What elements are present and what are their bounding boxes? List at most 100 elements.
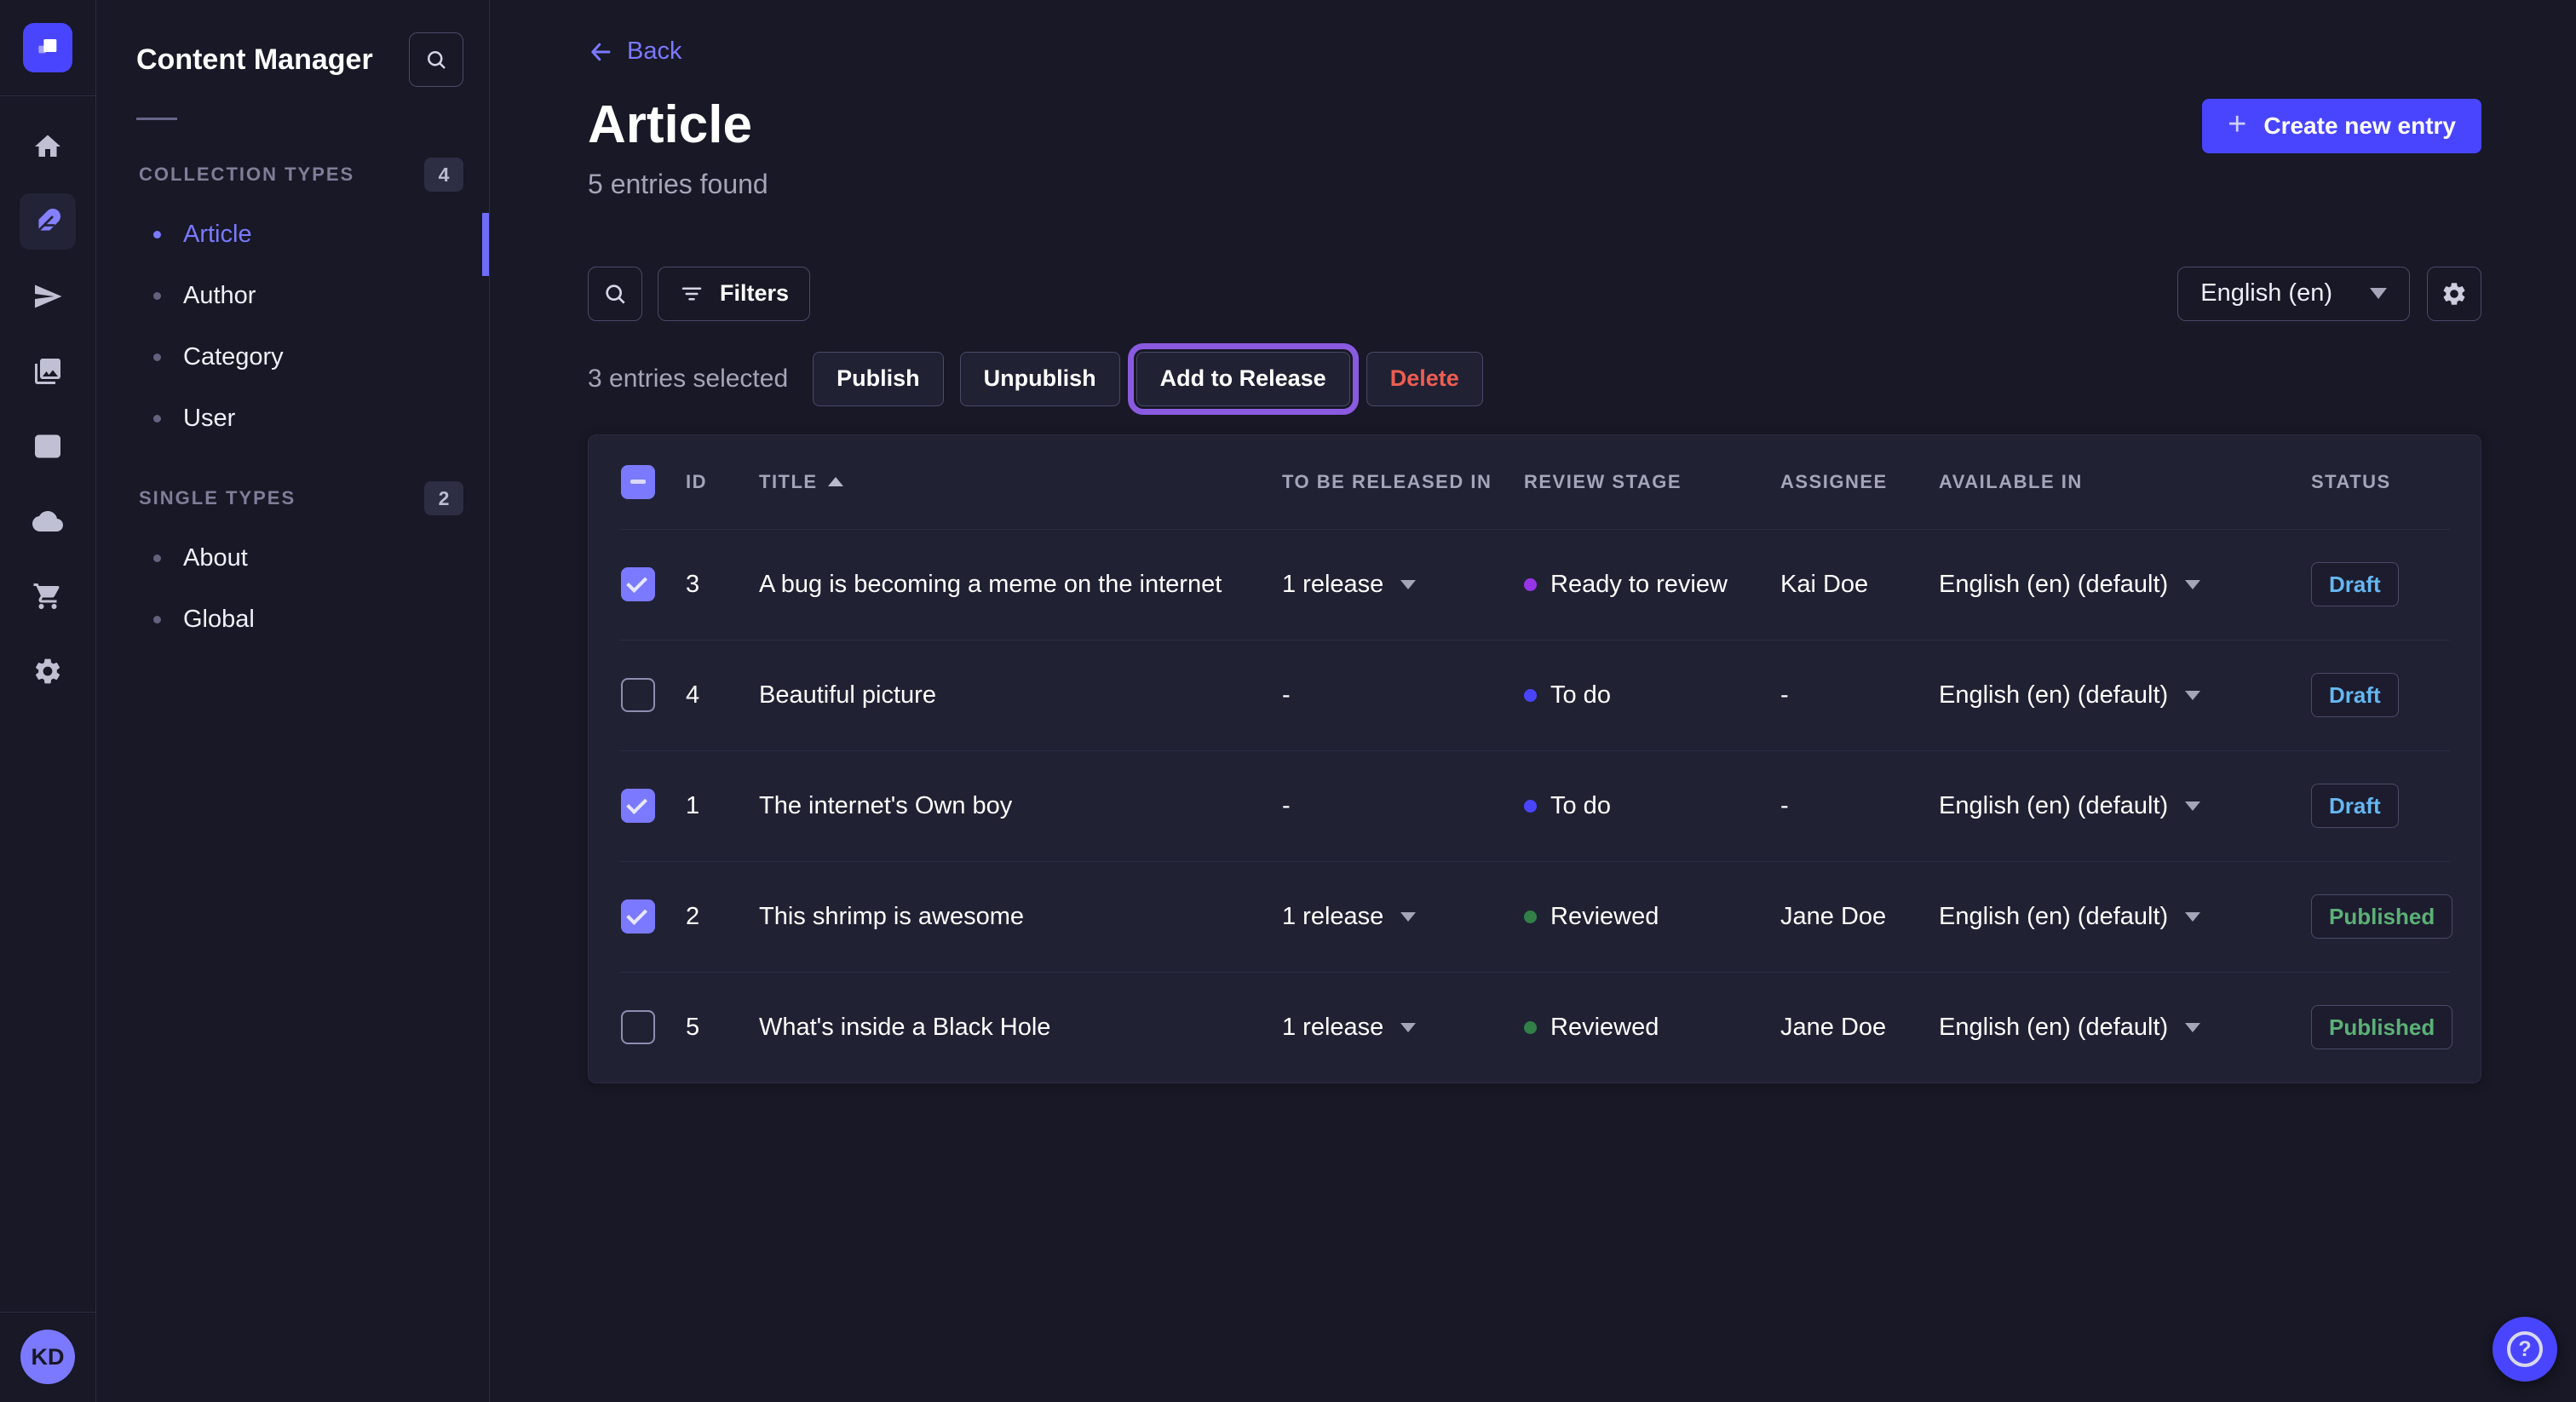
- bullet-icon: [153, 353, 161, 361]
- locale-value: English (en): [2200, 279, 2332, 307]
- create-new-entry-button[interactable]: + Create new entry: [2202, 99, 2481, 153]
- table-row[interactable]: 4Beautiful picture-To do-English (en) (d…: [619, 640, 2450, 750]
- divider: [0, 1312, 96, 1313]
- stage-dot: [1524, 1021, 1537, 1034]
- column-header-assignee: ASSIGNEE: [1780, 471, 1939, 493]
- sidebar-item-label: Global: [183, 606, 255, 634]
- settings-icon[interactable]: [20, 643, 76, 699]
- table-row[interactable]: 1The internet's Own boy-To do-English (e…: [619, 750, 2450, 861]
- release-value: -: [1282, 792, 1291, 820]
- stage-label: Reviewed: [1550, 1014, 1659, 1042]
- cell-status: Published: [2311, 1005, 2452, 1049]
- gear-icon: [2441, 280, 2468, 307]
- cell-id: 5: [686, 1014, 759, 1042]
- locale-select[interactable]: English (en): [2177, 267, 2410, 321]
- publish-button[interactable]: Publish: [813, 352, 944, 406]
- row-checkbox[interactable]: [621, 899, 655, 934]
- strapi-logo-mark: [31, 31, 65, 65]
- stage-dot: [1524, 689, 1537, 702]
- select-all-checkbox[interactable]: [621, 465, 655, 499]
- column-header-to-be-released-in: TO BE RELEASED IN: [1282, 471, 1524, 493]
- page-title: Article: [588, 95, 2481, 156]
- chevron-down-icon: [2185, 802, 2200, 811]
- status-badge: Published: [2311, 894, 2452, 939]
- main-nav-rail: KD: [0, 0, 96, 1402]
- user-avatar[interactable]: KD: [20, 1330, 75, 1384]
- cell-available-in[interactable]: English (en) (default): [1939, 681, 2311, 710]
- cell-title: What's inside a Black Hole: [759, 1014, 1282, 1042]
- release-value: 1 release: [1282, 903, 1383, 931]
- cell-to-be-released-in: -: [1282, 681, 1524, 710]
- row-checkbox[interactable]: [621, 567, 655, 601]
- column-header-title-label: TITLE: [759, 471, 818, 493]
- marketplace-icon[interactable]: [20, 568, 76, 624]
- strapi-logo[interactable]: [23, 23, 72, 72]
- sidebar-item-author[interactable]: Author: [96, 265, 489, 326]
- release-value: -: [1282, 681, 1291, 710]
- row-checkbox[interactable]: [621, 789, 655, 823]
- locale-value: English (en) (default): [1939, 903, 2168, 931]
- cell-title: Beautiful picture: [759, 681, 1282, 710]
- release-value: 1 release: [1282, 571, 1383, 599]
- chevron-down-icon: [2185, 580, 2200, 589]
- sidebar-search-button[interactable]: [409, 32, 463, 87]
- back-link[interactable]: Back: [588, 37, 681, 66]
- rail-nav: [20, 118, 76, 699]
- cell-available-in[interactable]: English (en) (default): [1939, 571, 2311, 599]
- sidebar-section-label: COLLECTION TYPES: [139, 164, 354, 186]
- table-row[interactable]: 3A bug is becoming a meme on the interne…: [619, 529, 2450, 640]
- sidebar-section-label: SINGLE TYPES: [139, 487, 296, 509]
- locale-value: English (en) (default): [1939, 1014, 2168, 1042]
- list-settings-button[interactable]: [2427, 267, 2481, 321]
- delete-button[interactable]: Delete: [1366, 352, 1483, 406]
- sidebar-item-label: About: [183, 544, 248, 572]
- content-type-builder-icon[interactable]: [20, 418, 76, 474]
- content-manager-sidebar: Content Manager COLLECTION TYPES4Article…: [96, 0, 490, 1402]
- content-manager-icon[interactable]: [20, 193, 76, 250]
- table-header-row: ID TITLE TO BE RELEASED IN REVIEW STAGE …: [619, 435, 2450, 529]
- releases-icon[interactable]: [20, 268, 76, 325]
- add-to-release-button[interactable]: Add to Release: [1136, 352, 1350, 406]
- selection-summary: 3 entries selected: [588, 365, 788, 394]
- cell-to-be-released-in[interactable]: 1 release: [1282, 903, 1524, 931]
- cell-assignee: Jane Doe: [1780, 1014, 1939, 1042]
- table-row[interactable]: 2This shrimp is awesome1 releaseReviewed…: [619, 861, 2450, 972]
- unpublish-button[interactable]: Unpublish: [960, 352, 1120, 406]
- help-button[interactable]: ?: [2493, 1317, 2557, 1382]
- search-button[interactable]: [588, 267, 642, 321]
- section-count-badge: 4: [424, 158, 463, 192]
- cloud-icon[interactable]: [20, 493, 76, 549]
- cell-review-stage: Reviewed: [1524, 903, 1780, 931]
- cell-to-be-released-in[interactable]: 1 release: [1282, 571, 1524, 599]
- cell-available-in[interactable]: English (en) (default): [1939, 792, 2311, 820]
- arrow-left-icon: [588, 39, 613, 65]
- filters-button[interactable]: Filters: [658, 267, 810, 321]
- sidebar-item-category[interactable]: Category: [96, 326, 489, 388]
- stage-label: Reviewed: [1550, 903, 1659, 931]
- sidebar-item-user[interactable]: User: [96, 388, 489, 449]
- cell-to-be-released-in[interactable]: 1 release: [1282, 1014, 1524, 1042]
- cell-status: Draft: [2311, 673, 2450, 717]
- bullet-icon: [153, 231, 161, 238]
- sidebar-item-about[interactable]: About: [96, 527, 489, 589]
- row-checkbox[interactable]: [621, 678, 655, 712]
- column-header-title[interactable]: TITLE: [759, 471, 1282, 493]
- cell-id: 3: [686, 571, 759, 599]
- chevron-down-icon: [1400, 912, 1416, 922]
- sidebar-item-article[interactable]: Article: [96, 204, 489, 265]
- sidebar-item-label: Author: [183, 282, 256, 310]
- chevron-down-icon: [2185, 912, 2200, 922]
- cell-to-be-released-in: -: [1282, 792, 1524, 820]
- stage-label: To do: [1550, 681, 1611, 710]
- cell-available-in[interactable]: English (en) (default): [1939, 1014, 2311, 1042]
- row-checkbox[interactable]: [621, 1010, 655, 1044]
- cell-review-stage: To do: [1524, 792, 1780, 820]
- sidebar-scroll-indicator[interactable]: [482, 213, 489, 276]
- bullet-icon: [153, 292, 161, 300]
- sidebar-item-global[interactable]: Global: [96, 589, 489, 650]
- media-library-icon[interactable]: [20, 343, 76, 399]
- table-row[interactable]: 5What's inside a Black Hole1 release Revi…: [619, 972, 2450, 1083]
- locale-value: English (en) (default): [1939, 792, 2168, 820]
- cell-available-in[interactable]: English (en) (default): [1939, 903, 2311, 931]
- home-icon[interactable]: [20, 118, 76, 175]
